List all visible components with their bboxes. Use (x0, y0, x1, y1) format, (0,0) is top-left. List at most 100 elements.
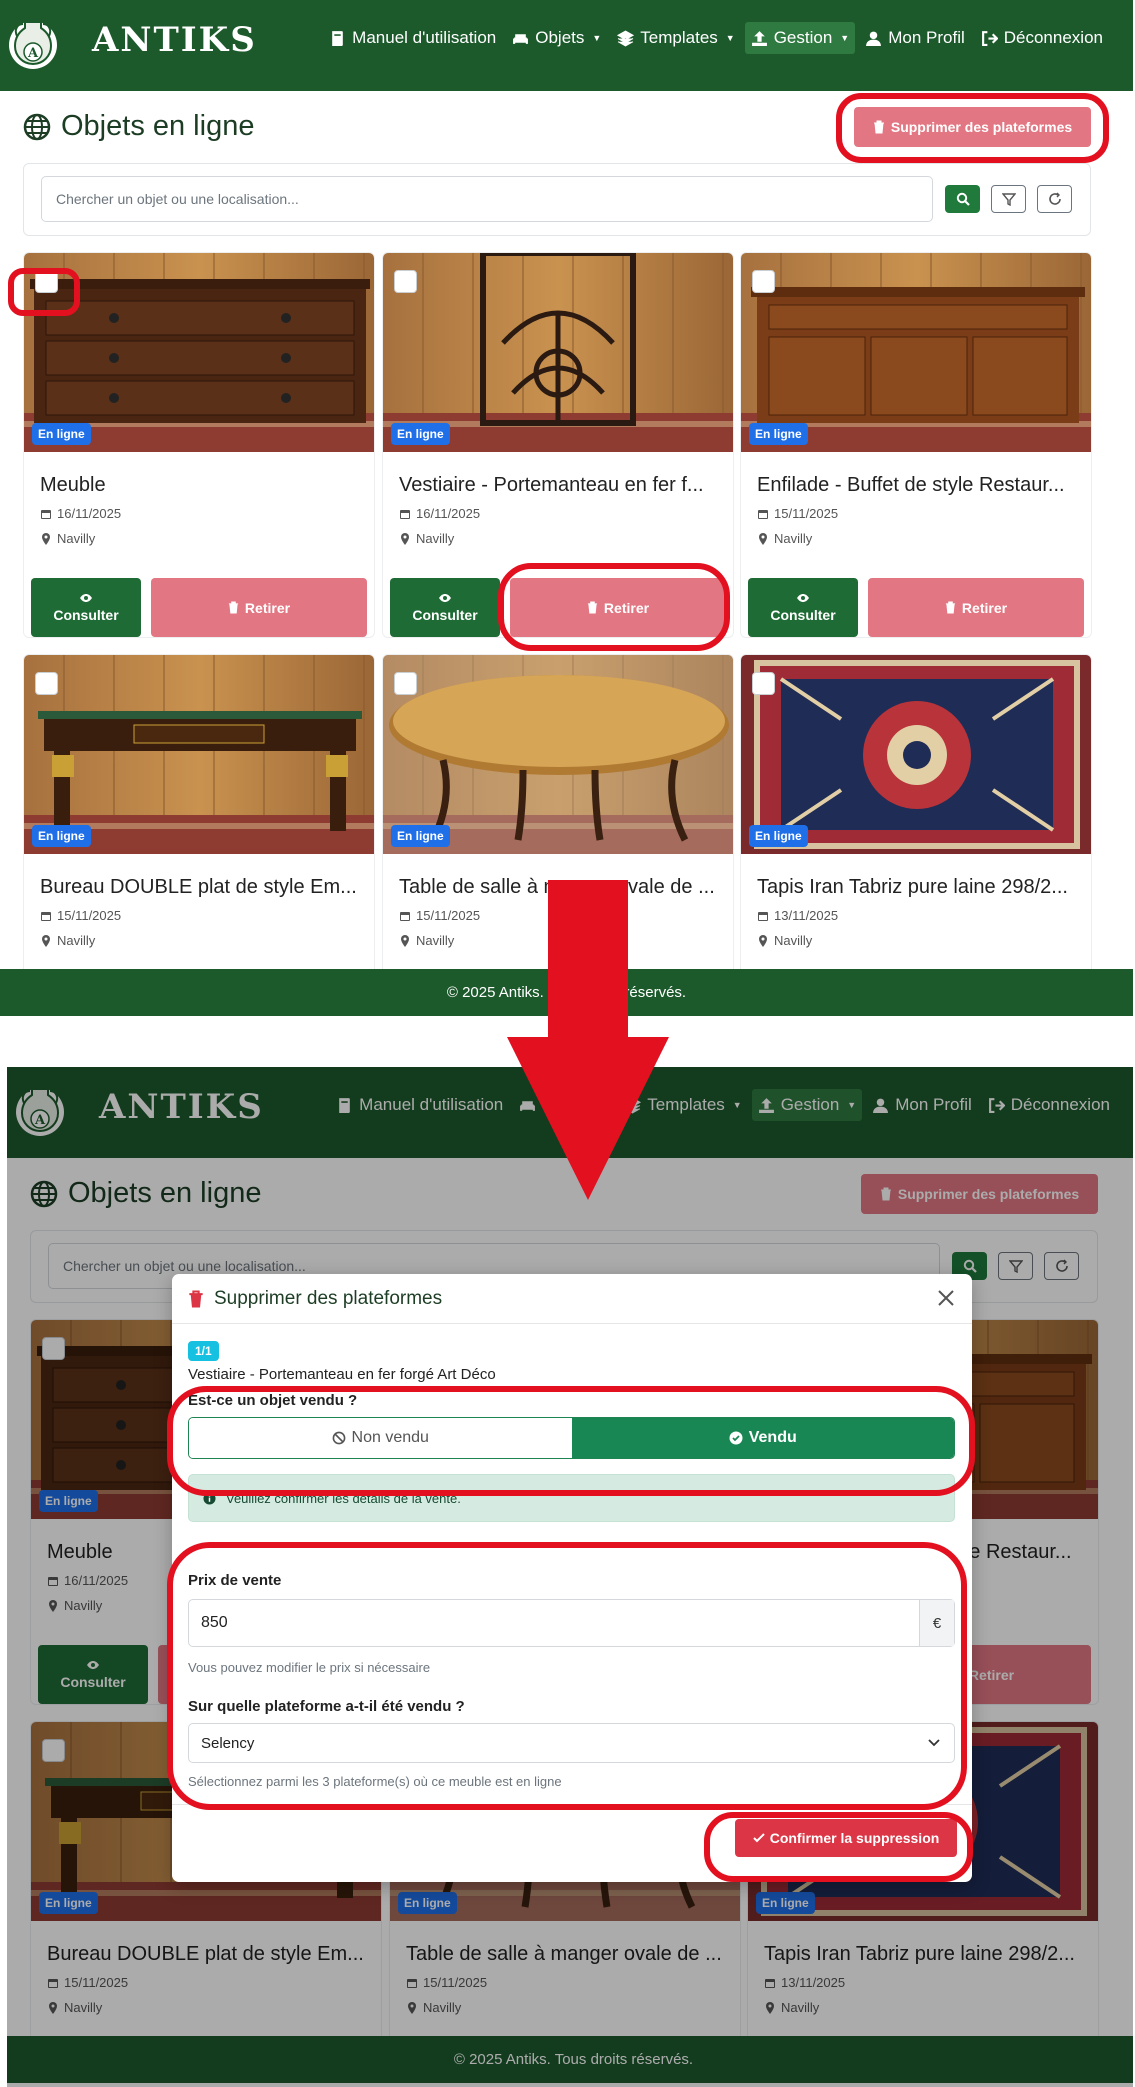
chevron-down-icon: ▼ (725, 33, 735, 43)
search-icon (956, 192, 970, 206)
check-icon (752, 1833, 765, 1843)
nav-links: Manuel d'utilisation Objets ▼ Templates ▼ … (323, 22, 1109, 54)
not-sold-option[interactable]: Non vendu (189, 1418, 572, 1458)
nav-logout[interactable]: Déconnexion (975, 22, 1109, 54)
user-icon (866, 31, 882, 46)
item-date: 15/11/2025 (40, 908, 121, 923)
chevron-down-icon (928, 1739, 940, 1747)
nav-objects[interactable]: Objets ▼ (506, 22, 607, 54)
trash-icon (945, 601, 956, 614)
item-location: Navilly (399, 933, 454, 948)
delete-platforms-modal: Supprimer des plateformes 1/1 Vestiaire … (172, 1274, 972, 1882)
eye-icon (439, 593, 451, 602)
trash-icon (189, 1290, 203, 1307)
filter-button[interactable] (991, 185, 1026, 213)
item-card: En ligne Meuble 16/11/2025 Navilly Consu… (23, 252, 375, 638)
nav-management-label: Gestion (773, 28, 833, 47)
refresh-button[interactable] (1037, 185, 1072, 213)
status-badge: En ligne (32, 825, 91, 847)
amphora-logo-icon[interactable]: A (6, 12, 60, 74)
close-icon[interactable] (936, 1288, 956, 1308)
item-date-text: 16/11/2025 (416, 506, 481, 521)
map-pin-icon (759, 532, 767, 545)
item-card: En ligne Enfilade - Buffet de style Rest… (740, 252, 1092, 638)
platform-selected-value: Selency (201, 1734, 255, 1752)
item-date: 15/11/2025 (757, 506, 838, 521)
item-title: Bureau DOUBLE plat de style Em... (40, 876, 357, 898)
search-button[interactable] (945, 185, 980, 213)
trash-icon (587, 601, 598, 614)
screenshot-before: A ANTIKS Manuel d'utilisation Objets ▼ Te… (0, 0, 1133, 1016)
item-location: Navilly (757, 531, 812, 546)
item-date: 13/11/2025 (757, 908, 838, 923)
not-sold-label: Non vendu (351, 1429, 429, 1446)
item-checkbox[interactable] (394, 672, 417, 695)
eye-icon (797, 593, 809, 602)
logout-icon (981, 30, 998, 46)
search-panel: Chercher un objet ou une localisation... (23, 163, 1091, 236)
upload-icon (751, 30, 767, 46)
nav-logout-label: Déconnexion (1003, 28, 1103, 47)
platform-help-text: Sélectionnez parmi les 3 plateforme(s) o… (188, 1774, 562, 1789)
globe-icon (23, 113, 51, 140)
item-checkbox[interactable] (752, 270, 775, 293)
status-badge: En ligne (391, 825, 450, 847)
calendar-icon (41, 509, 51, 519)
calendar-icon (758, 509, 768, 519)
item-date-text: 16/11/2025 (57, 506, 122, 521)
item-checkbox[interactable] (35, 270, 58, 293)
item-location-text: Navilly (416, 531, 455, 546)
consult-button[interactable]: Consulter (390, 578, 500, 637)
page-title-text: Objets en ligne (61, 110, 255, 142)
sold-option[interactable]: Vendu (571, 1418, 954, 1458)
remove-button[interactable]: Retirer (510, 578, 726, 637)
remove-button[interactable]: Retirer (868, 578, 1084, 637)
search-input[interactable]: Chercher un objet ou une localisation... (41, 176, 933, 222)
sold-toggle: Non vendu Vendu (188, 1417, 955, 1459)
confirm-delete-button[interactable]: Confirmer la suppression (735, 1819, 957, 1857)
price-input[interactable]: 850 (189, 1600, 919, 1646)
modal-footer: Confirmer la suppression (172, 1804, 972, 1882)
item-location-text: Navilly (774, 531, 813, 546)
item-title: Vestiaire - Portemanteau en fer f... (399, 474, 704, 496)
nav-profile-label: Mon Profil (888, 28, 965, 47)
nav-manual-label: Manuel d'utilisation (352, 28, 497, 47)
map-pin-icon (42, 934, 50, 947)
platform-label: Sur quelle plateforme a-t-il été vendu ? (188, 1698, 465, 1715)
consult-button[interactable]: Consulter (31, 578, 141, 637)
status-badge: En ligne (391, 423, 450, 445)
consult-button[interactable]: Consulter (748, 578, 858, 637)
remove-label: Retirer (961, 599, 1008, 616)
status-badge: En ligne (749, 423, 808, 445)
map-pin-icon (401, 934, 409, 947)
nav-templates[interactable]: Templates ▼ (611, 22, 740, 54)
delete-platforms-label: Supprimer des plateformes (890, 119, 1073, 135)
platform-select[interactable]: Selency (188, 1723, 955, 1763)
remove-button[interactable]: Retirer (151, 578, 367, 637)
status-badge: En ligne (32, 423, 91, 445)
delete-platforms-button[interactable]: Supprimer des plateformes (854, 107, 1091, 147)
brand-name[interactable]: ANTIKS (92, 20, 257, 60)
modal-title: Supprimer des plateformes (188, 1288, 442, 1310)
screenshot-after: A ANTIKS Manuel d'utilisation Objets ▼ Te… (7, 1067, 1133, 2087)
item-date: 16/11/2025 (40, 506, 121, 521)
item-location: Navilly (40, 933, 95, 948)
refresh-icon (1048, 192, 1061, 205)
nav-management[interactable]: Gestion ▼ (744, 22, 856, 54)
nav-manual[interactable]: Manuel d'utilisation (323, 22, 502, 54)
item-checkbox[interactable] (752, 672, 775, 695)
map-pin-icon (42, 532, 50, 545)
item-checkbox[interactable] (394, 270, 417, 293)
item-checkbox[interactable] (35, 672, 58, 695)
svg-text:A: A (27, 46, 39, 61)
price-help-text: Vous pouvez modifier le prix si nécessai… (188, 1660, 431, 1675)
navbar: A ANTIKS Manuel d'utilisation Objets ▼ Te… (0, 0, 1133, 91)
price-input-group: 850 € (188, 1599, 955, 1647)
info-icon (203, 1491, 216, 1505)
item-title: Enfilade - Buffet de style Restaur... (757, 474, 1065, 496)
nav-profile[interactable]: Mon Profil (859, 22, 971, 54)
calendar-icon (400, 911, 410, 921)
calendar-icon (400, 509, 410, 519)
layers-icon (617, 29, 635, 47)
item-title: Table de salle à manger ovale de ... (399, 876, 715, 898)
